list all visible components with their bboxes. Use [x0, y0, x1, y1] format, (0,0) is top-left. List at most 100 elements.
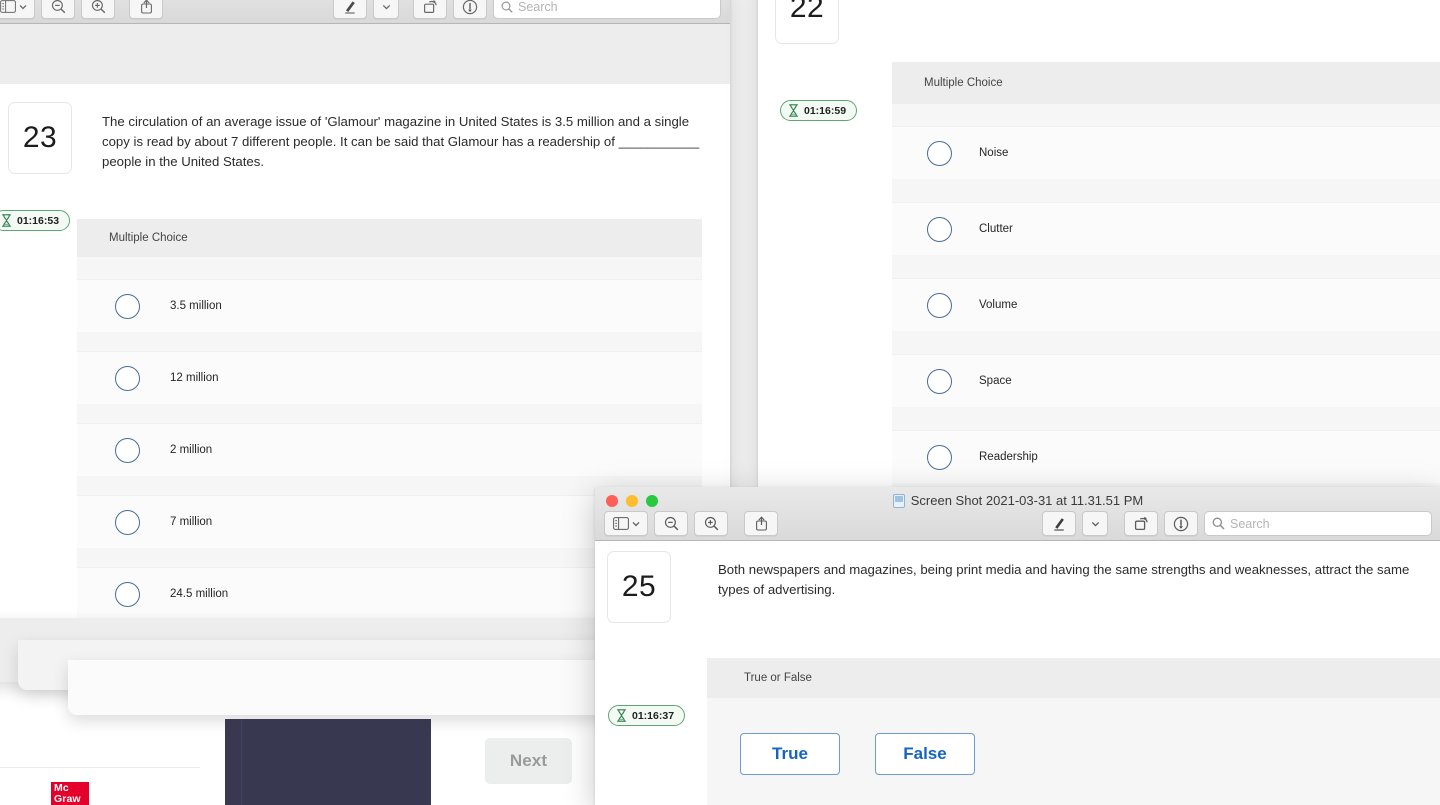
- share-icon: [140, 0, 152, 14]
- zoom-out-icon: [51, 0, 65, 14]
- answer-option-label: 24.5 million: [170, 588, 229, 600]
- chevron-down-icon: [19, 4, 26, 9]
- question-number: 25: [607, 551, 671, 623]
- annotate-icon: [462, 0, 478, 14]
- sidebar-button[interactable]: [0, 0, 35, 19]
- radio-button[interactable]: [927, 368, 952, 394]
- chevron-down-icon: [632, 521, 639, 526]
- hourglass-icon: [789, 104, 798, 117]
- window3-title-text: Screen Shot 2021-03-31 at 11.31.51 PM: [910, 493, 1144, 508]
- question-type-label: True or False: [707, 658, 1440, 698]
- chevron-down-icon: [382, 4, 390, 10]
- rotate-button[interactable]: [413, 0, 447, 19]
- timer-value: 01:16:53: [17, 214, 60, 227]
- answer-option-row[interactable]: 3.5 million: [77, 279, 702, 332]
- zoom-in-button[interactable]: [81, 0, 115, 19]
- radio-button[interactable]: [115, 365, 140, 391]
- answer-option-row[interactable]: 12 million: [77, 351, 702, 404]
- hourglass-icon: [617, 709, 626, 722]
- desktop-screenshot: Search 23 The circulation of an average …: [0, 0, 1440, 805]
- answer-option-label: Readership: [979, 451, 1038, 463]
- radio-button[interactable]: [115, 509, 140, 535]
- markup-button[interactable]: [1042, 511, 1076, 536]
- markup-dropdown-button[interactable]: [1082, 511, 1108, 536]
- zoom-in-button[interactable]: [694, 511, 728, 536]
- rotate-icon: [1134, 516, 1148, 531]
- answer-option-label: Clutter: [979, 223, 1013, 235]
- sidebar-button[interactable]: [604, 511, 648, 536]
- search-input[interactable]: Search: [1204, 511, 1432, 536]
- answer-option-row[interactable]: 2 million: [77, 423, 702, 476]
- sidebar-icon: [612, 517, 629, 530]
- question-number: 23: [8, 102, 72, 174]
- question-text: Both newspapers and magazines, being pri…: [718, 562, 1410, 597]
- radio-button[interactable]: [115, 581, 140, 607]
- window3-title: Screen Shot 2021-03-31 at 11.31.51 PM: [595, 493, 1440, 508]
- annotate-icon: [1173, 516, 1189, 531]
- window3-titlebar[interactable]: Screen Shot 2021-03-31 at 11.31.51 PM Se…: [595, 487, 1440, 541]
- window2-question-header: 22 Newspapers suffer from ___________ be…: [758, 0, 1440, 44]
- question-type-label: Multiple Choice: [892, 62, 1440, 104]
- question-type-label: Multiple Choice: [77, 219, 702, 257]
- markup-pen-icon: [345, 1, 355, 14]
- background-dark-panel: [225, 719, 431, 805]
- answer-option-row[interactable]: Noise: [892, 126, 1440, 179]
- answer-option-label: 7 million: [170, 516, 213, 528]
- zoom-out-button[interactable]: [654, 511, 688, 536]
- rotate-icon: [423, 0, 437, 13]
- search-icon: [1212, 517, 1225, 530]
- search-placeholder: Search: [1230, 516, 1270, 531]
- question-text: The circulation of an average issue of '…: [102, 114, 700, 169]
- true-button[interactable]: True: [740, 733, 840, 775]
- hourglass-icon: [2, 214, 11, 227]
- markup-button[interactable]: [333, 0, 367, 19]
- annotate-button[interactable]: [453, 0, 487, 19]
- zoom-out-icon: [664, 516, 678, 531]
- background-divider: [0, 767, 200, 768]
- answer-option-label: Noise: [979, 147, 1009, 159]
- window1-toolbar[interactable]: Search: [0, 0, 730, 22]
- rotate-button[interactable]: [1124, 511, 1158, 536]
- radio-button[interactable]: [115, 437, 140, 463]
- radio-button[interactable]: [927, 292, 952, 318]
- window1-titlebar[interactable]: Search: [0, 0, 730, 24]
- radio-button[interactable]: [927, 444, 952, 470]
- logo-line-2: Graw: [54, 793, 81, 805]
- window3-timer: 01:16:37: [608, 705, 686, 727]
- window3-question-header: 25 Both newspapers and magazines, being …: [595, 541, 1440, 623]
- answer-option-row[interactable]: Volume: [892, 278, 1440, 331]
- window2-answers[interactable]: Noise Clutter Volume Space Readership: [892, 104, 1440, 488]
- preview-window-question-22[interactable]: 22 Newspapers suffer from ___________ be…: [758, 0, 1440, 488]
- share-button[interactable]: [744, 511, 778, 536]
- radio-button[interactable]: [927, 140, 952, 166]
- zoom-in-icon: [704, 516, 718, 531]
- search-input[interactable]: Search: [493, 0, 721, 19]
- answer-option-row[interactable]: Clutter: [892, 202, 1440, 255]
- window1-timer: 01:16:53: [0, 210, 71, 232]
- false-button[interactable]: False: [875, 733, 975, 775]
- zoom-in-icon: [91, 0, 105, 14]
- answer-option-row[interactable]: Readership: [892, 430, 1440, 483]
- window3-true-false-answers[interactable]: True False: [707, 698, 1440, 805]
- zoom-out-button[interactable]: [41, 0, 75, 19]
- answer-option-row[interactable]: Space: [892, 354, 1440, 407]
- mcgraw-hill-logo: Mc Graw: [51, 782, 89, 805]
- question-number: 22: [775, 0, 839, 44]
- window1-top-band: [0, 24, 730, 84]
- annotate-button[interactable]: [1164, 511, 1198, 536]
- timer-value: 01:16:37: [632, 709, 675, 722]
- answer-option-label: Space: [979, 375, 1012, 387]
- question-text: Newspapers suffer from ___________ becau…: [871, 0, 1438, 44]
- timer-value: 01:16:59: [804, 104, 847, 117]
- share-button[interactable]: [129, 0, 163, 19]
- radio-button[interactable]: [927, 216, 952, 242]
- share-icon: [755, 516, 767, 531]
- next-button[interactable]: Next: [485, 738, 572, 784]
- markup-dropdown-button[interactable]: [373, 0, 399, 19]
- radio-button[interactable]: [115, 293, 140, 319]
- markup-pen-icon: [1054, 518, 1064, 531]
- sidebar-icon: [0, 0, 16, 13]
- preview-window-question-25[interactable]: Screen Shot 2021-03-31 at 11.31.51 PM Se…: [595, 487, 1440, 805]
- search-placeholder: Search: [518, 0, 558, 14]
- window3-toolbar[interactable]: Search: [595, 511, 1440, 539]
